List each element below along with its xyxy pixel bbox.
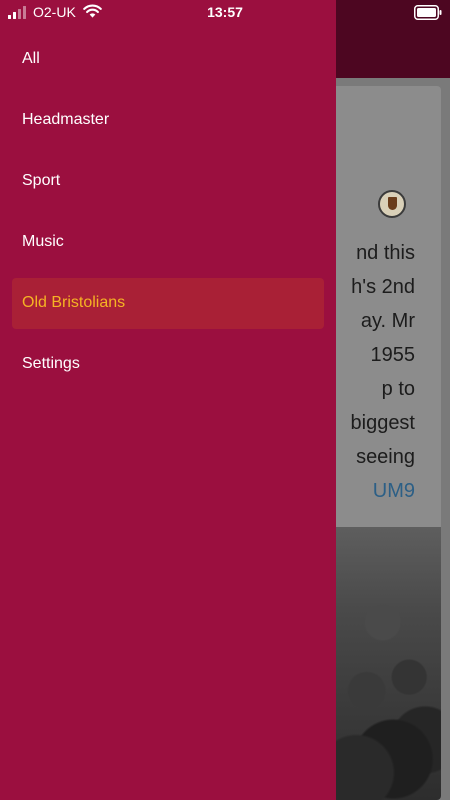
drawer-item-label: Headmaster [22, 111, 110, 128]
navigation-drawer: All Headmaster Sport Music Old Bristolia… [0, 0, 336, 800]
status-bar: O2-UK 13:57 [0, 0, 450, 26]
drawer-item-label: Settings [22, 355, 80, 372]
drawer-item-label: All [22, 50, 40, 67]
drawer-item-all[interactable]: All [12, 34, 324, 85]
status-time: 13:57 [207, 4, 243, 20]
drawer-menu: All Headmaster Sport Music Old Bristolia… [12, 34, 324, 400]
drawer-item-label: Music [22, 233, 64, 250]
drawer-item-label: Old Bristolians [22, 294, 126, 311]
drawer-item-label: Sport [22, 172, 61, 189]
post-photo[interactable] [335, 527, 441, 800]
drawer-item-old-bristolians[interactable]: Old Bristolians [12, 278, 324, 329]
drawer-item-sport[interactable]: Sport [12, 156, 324, 207]
school-crest-icon [378, 190, 406, 218]
app-screen: hool nd this h's 2nd ay. Mr 1955 p to bi… [0, 0, 450, 800]
drawer-item-headmaster[interactable]: Headmaster [12, 95, 324, 146]
drawer-item-settings[interactable]: Settings [12, 339, 324, 390]
battery-icon [414, 5, 442, 20]
drawer-item-music[interactable]: Music [12, 217, 324, 268]
